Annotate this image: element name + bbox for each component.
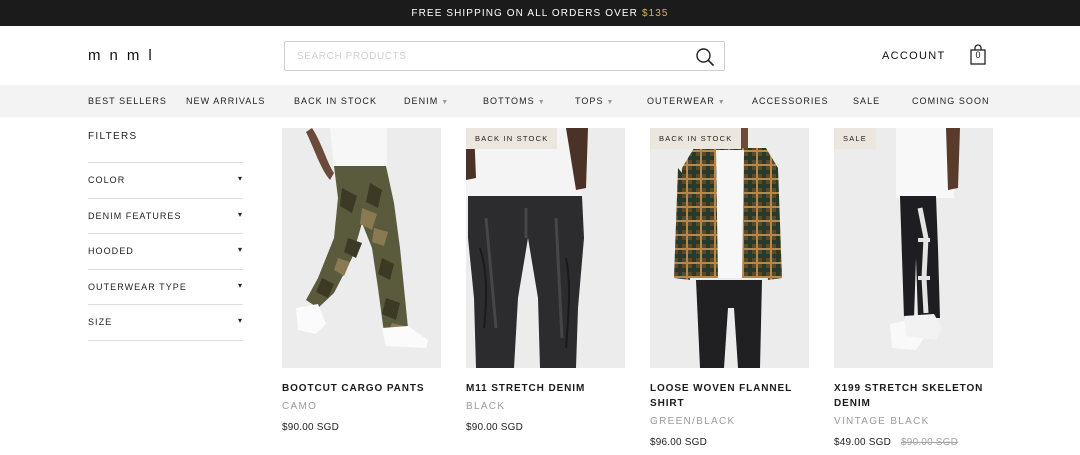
filter-list: COLOR ▾ DENIM FEATURES ▾ HOODED ▾ OUTERW… bbox=[88, 162, 243, 341]
search-input[interactable] bbox=[285, 42, 685, 70]
product-color: CAMO bbox=[282, 401, 318, 412]
cart-button[interactable]: 0 bbox=[968, 44, 988, 66]
nav-item-accessories[interactable]: ACCESSORIES bbox=[752, 96, 829, 106]
product-name[interactable]: M11 STRETCH DENIM bbox=[466, 381, 625, 396]
filter-denim-features[interactable]: DENIM FEATURES ▾ bbox=[88, 199, 243, 235]
product-color: VINTAGE BLACK bbox=[834, 416, 930, 427]
account-link[interactable]: ACCOUNT bbox=[882, 50, 946, 62]
chevron-down-icon: ▼ bbox=[441, 99, 450, 106]
current-price: $96.00 SGD bbox=[650, 437, 708, 448]
nav-item-denim[interactable]: DENIM ▼ bbox=[404, 96, 449, 106]
search-bar bbox=[284, 41, 725, 71]
nav-label: SALE bbox=[853, 96, 881, 106]
skeleton-denim-photo bbox=[834, 128, 993, 368]
nav-label: OUTERWEAR bbox=[647, 96, 715, 106]
chevron-down-icon: ▼ bbox=[606, 99, 615, 106]
chevron-down-icon: ▼ bbox=[717, 99, 726, 106]
filter-label: SIZE bbox=[88, 317, 113, 328]
product-name[interactable]: BOOTCUT CARGO PANTS bbox=[282, 381, 441, 396]
product-price: $49.00 SGD $90.00 SGD bbox=[834, 437, 958, 448]
caret-down-icon: ▾ bbox=[237, 316, 242, 326]
product-name[interactable]: X199 STRETCH SKELETON DENIM bbox=[834, 381, 993, 411]
status-badge: BACK IN STOCK bbox=[650, 128, 742, 149]
chevron-down-icon: ▼ bbox=[537, 99, 546, 106]
site-header: mnml ACCOUNT 0 bbox=[0, 26, 1080, 85]
product-price: $90.00 SGD bbox=[282, 422, 339, 433]
nav-item-tops[interactable]: TOPS ▼ bbox=[575, 96, 615, 106]
product-image[interactable]: BACK IN STOCK bbox=[466, 128, 625, 368]
nav-label: TOPS bbox=[575, 96, 604, 106]
product-price: $90.00 SGD bbox=[466, 422, 523, 433]
filter-color[interactable]: COLOR ▾ bbox=[88, 163, 243, 199]
stretch-denim-photo bbox=[466, 128, 625, 368]
nav-label: DENIM bbox=[404, 96, 439, 106]
product-color: GREEN/BLACK bbox=[650, 416, 736, 427]
promo-amount: $135 bbox=[641, 7, 669, 19]
filters-heading: FILTERS bbox=[88, 131, 138, 142]
product-color: BLACK bbox=[466, 401, 506, 412]
cargo-pants-photo bbox=[282, 128, 441, 368]
cart-count: 0 bbox=[975, 50, 981, 60]
product-price: $96.00 SGD bbox=[650, 437, 707, 448]
nav-item-new-arrivals[interactable]: NEW ARRIVALS bbox=[186, 96, 265, 106]
nav-label: BOTTOMS bbox=[483, 96, 535, 106]
filter-label: HOODED bbox=[88, 246, 134, 257]
promo-text: FREE SHIPPING ON ALL ORDERS OVER bbox=[411, 7, 638, 19]
filter-outerwear-type[interactable]: OUTERWEAR TYPE ▾ bbox=[88, 270, 243, 306]
nav-label: NEW ARRIVALS bbox=[186, 96, 266, 106]
logo[interactable]: mnml bbox=[88, 47, 161, 64]
caret-down-icon: ▾ bbox=[237, 174, 242, 183]
status-badge: BACK IN STOCK bbox=[466, 128, 558, 149]
search-icon[interactable] bbox=[695, 47, 715, 67]
filter-hooded[interactable]: HOODED ▾ bbox=[88, 234, 243, 270]
main-nav: BEST SELLERS NEW ARRIVALS BACK IN STOCK … bbox=[0, 85, 1080, 117]
nav-item-outerwear[interactable]: OUTERWEAR ▼ bbox=[647, 96, 726, 106]
filter-label: OUTERWEAR TYPE bbox=[88, 281, 187, 292]
caret-down-icon: ▾ bbox=[237, 209, 242, 219]
nav-label: COMING SOON bbox=[912, 96, 990, 106]
nav-label: BACK IN STOCK bbox=[294, 96, 377, 106]
nav-label: ACCESSORIES bbox=[752, 96, 829, 106]
nav-label: BEST SELLERS bbox=[88, 96, 167, 106]
nav-item-best-sellers[interactable]: BEST SELLERS bbox=[88, 96, 167, 106]
caret-down-icon: ▾ bbox=[237, 245, 242, 255]
product-image[interactable]: SALE bbox=[834, 128, 993, 368]
nav-item-sale[interactable]: SALE bbox=[853, 96, 880, 106]
current-price: $90.00 SGD bbox=[282, 422, 340, 433]
flannel-shirt-photo bbox=[650, 128, 809, 368]
filter-label: COLOR bbox=[88, 175, 126, 185]
nav-item-coming-soon[interactable]: COMING SOON bbox=[912, 96, 990, 106]
status-badge: SALE bbox=[834, 128, 876, 149]
filter-label: DENIM FEATURES bbox=[88, 210, 182, 221]
original-price: $90.00 SGD bbox=[901, 437, 959, 448]
product-image[interactable]: BACK IN STOCK bbox=[650, 128, 809, 368]
nav-item-bottoms[interactable]: BOTTOMS ▼ bbox=[483, 96, 546, 106]
sale-price: $49.00 SGD bbox=[834, 437, 892, 448]
caret-down-icon: ▾ bbox=[237, 280, 242, 290]
product-name[interactable]: LOOSE WOVEN FLANNEL SHIRT bbox=[650, 381, 809, 411]
promo-banner: FREE SHIPPING ON ALL ORDERS OVER $135 bbox=[0, 0, 1080, 26]
product-image[interactable] bbox=[282, 128, 441, 368]
filter-size[interactable]: SIZE ▾ bbox=[88, 305, 243, 341]
nav-item-back-in-stock[interactable]: BACK IN STOCK bbox=[294, 96, 377, 106]
current-price: $90.00 SGD bbox=[466, 422, 524, 433]
